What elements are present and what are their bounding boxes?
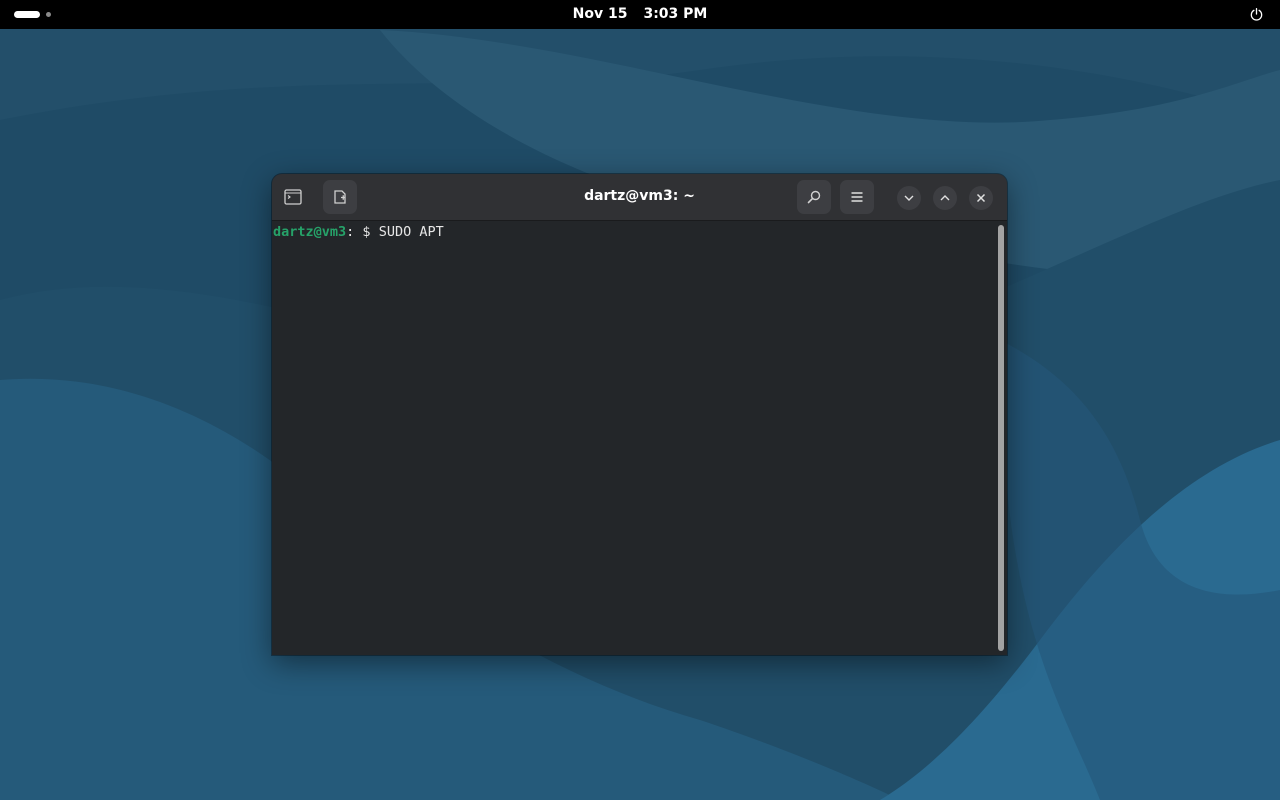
- top-bar: Nov 15 3:03 PM: [0, 0, 1280, 29]
- activities-button[interactable]: [14, 11, 51, 18]
- clock-date[interactable]: Nov 15: [573, 6, 628, 22]
- close-button[interactable]: [969, 186, 993, 210]
- terminal-icon: [284, 189, 302, 205]
- terminal-view[interactable]: dartz@vm3: $ SUDO APT: [272, 221, 1007, 655]
- power-icon[interactable]: [1249, 7, 1264, 22]
- header-bar[interactable]: dartz@vm3: ~: [272, 174, 1007, 221]
- workspace-indicator-active: [14, 11, 40, 18]
- maximize-button[interactable]: [933, 186, 957, 210]
- new-tab-icon: [334, 190, 346, 204]
- clock-time[interactable]: 3:03 PM: [643, 6, 707, 22]
- scrollbar-thumb[interactable]: [998, 225, 1004, 651]
- prompt-line: dartz@vm3: $ SUDO APT: [273, 223, 444, 241]
- close-icon: [976, 193, 986, 203]
- search-button[interactable]: [797, 180, 831, 214]
- terminal-button[interactable]: [276, 180, 310, 214]
- workspace-indicator-dot: [46, 12, 51, 17]
- prompt-symbol: $: [354, 224, 379, 240]
- chevron-down-icon: [904, 195, 914, 201]
- minimize-button[interactable]: [897, 186, 921, 210]
- prompt-user-host: dartz@vm3: [273, 224, 347, 240]
- terminal-window: dartz@vm3: ~ dartz@vm3: $ SUDO APT: [272, 174, 1007, 655]
- clock[interactable]: Nov 15 3:03 PM: [0, 0, 1280, 29]
- scrollbar[interactable]: [997, 225, 1005, 651]
- chevron-up-icon: [940, 195, 950, 201]
- menu-button[interactable]: [840, 180, 874, 214]
- new-tab-button[interactable]: [323, 180, 357, 214]
- search-icon: [807, 190, 821, 204]
- command-text: SUDO APT: [378, 224, 444, 240]
- menu-icon: [851, 192, 863, 202]
